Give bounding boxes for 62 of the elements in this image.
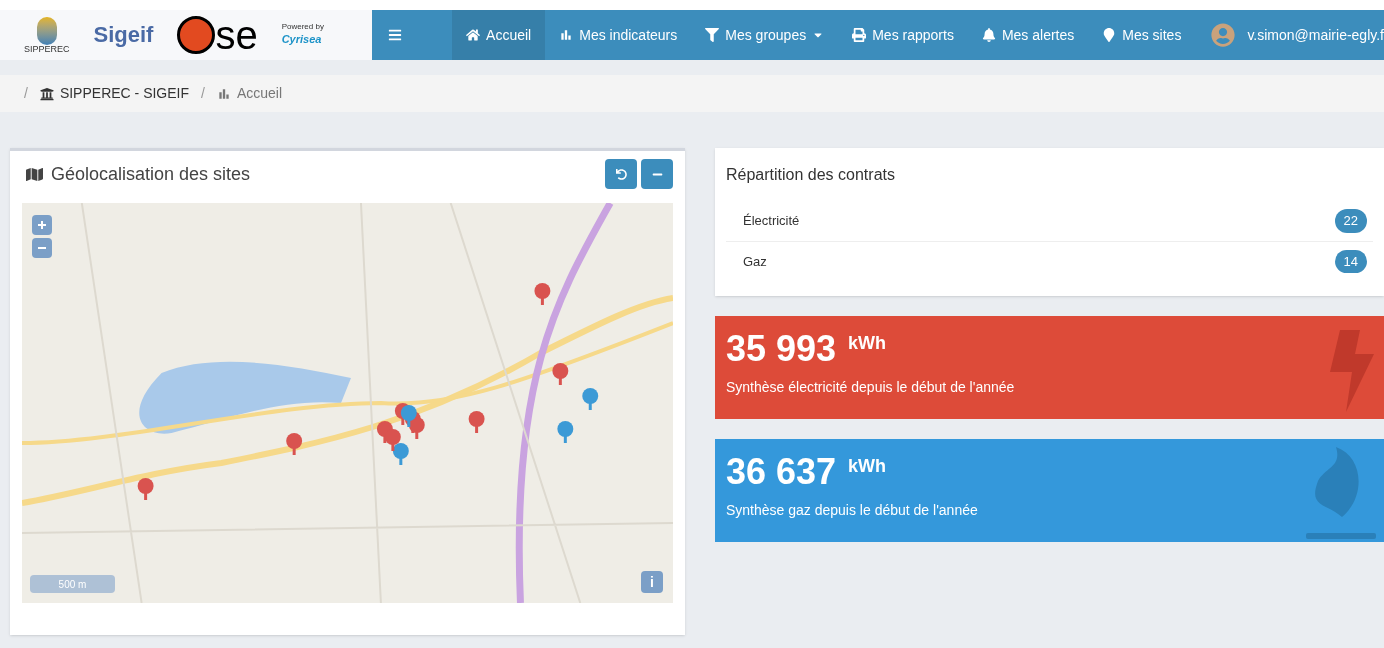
- map-marker[interactable]: [392, 443, 409, 465]
- user-menu[interactable]: v.simon@mairie-egly.f: [1195, 10, 1384, 60]
- lightning-icon: [1330, 330, 1376, 412]
- bell-icon: [981, 28, 996, 42]
- contract-label: Électricité: [743, 212, 800, 231]
- map-icon: [26, 165, 43, 183]
- breadcrumb-separator: /: [23, 84, 29, 103]
- map-marker[interactable]: [286, 433, 303, 455]
- nav-tab[interactable]: Mes rapports: [838, 10, 968, 60]
- count-badge: 22: [1334, 209, 1367, 233]
- stat-unit: kWh: [848, 332, 887, 355]
- contract-label: Gaz: [743, 252, 767, 271]
- undo-icon: [615, 168, 627, 180]
- zoom-in-button[interactable]: [32, 215, 52, 235]
- filter-icon: [705, 28, 720, 42]
- map-marker[interactable]: [384, 429, 401, 451]
- logo-text: Sigeif: [93, 24, 154, 46]
- stat-value: 36 637: [726, 450, 837, 494]
- map-pin-icon: [1102, 28, 1117, 42]
- map-marker[interactable]: [400, 405, 417, 427]
- info-button[interactable]: i: [641, 571, 663, 593]
- breadcrumb-link[interactable]: Accueil: [216, 83, 283, 104]
- nav-tab[interactable]: Mes groupes: [691, 10, 839, 60]
- breadcrumb-link[interactable]: SIPPEREC - SIGEIF: [39, 83, 190, 104]
- plus-icon: [37, 220, 47, 230]
- home-icon: [466, 28, 481, 42]
- menu-icon: [388, 28, 402, 42]
- zoom-out-button[interactable]: [32, 238, 52, 258]
- logo-text: Cyrisea: [281, 31, 323, 47]
- flame-icon: [1304, 447, 1376, 539]
- stat-caption: Synthèse gaz depuis le début de l'année: [726, 501, 979, 520]
- sipperec-logo-icon: [36, 16, 57, 45]
- map-marker[interactable]: [552, 363, 569, 385]
- stat-value: 35 993: [726, 327, 837, 371]
- stat-unit: kWh: [848, 455, 887, 478]
- collapse-button[interactable]: [641, 159, 673, 189]
- panel-title: Répartition des contrats: [726, 165, 896, 185]
- logo-caption: Powered by: [281, 22, 324, 31]
- map-marker[interactable]: [557, 421, 574, 443]
- map-marker[interactable]: [468, 411, 485, 433]
- logo-text: se: [215, 15, 258, 55]
- avatar-icon: [1211, 23, 1236, 47]
- bar-chart-icon: [216, 86, 231, 101]
- count-badge: 14: [1334, 249, 1367, 274]
- map-marker[interactable]: [534, 283, 551, 305]
- contract-row[interactable]: Électricité 22: [726, 201, 1373, 241]
- bar-chart-icon: [559, 28, 574, 42]
- map-marker[interactable]: [582, 388, 599, 410]
- stat-caption: Synthèse électricité depuis le début de l'année: [726, 378, 1016, 397]
- printer-icon: [852, 28, 867, 42]
- bank-icon: [39, 86, 54, 101]
- refresh-button[interactable]: [605, 159, 637, 189]
- breadcrumb-separator: /: [200, 84, 206, 103]
- scale-bar: 500 m: [30, 575, 115, 593]
- panel-title: Géolocalisation des sites: [51, 162, 251, 186]
- contract-row[interactable]: Gaz 14: [726, 241, 1373, 281]
- nav-tab[interactable]: Accueil: [452, 10, 546, 60]
- nav-tab[interactable]: Mes alertes: [967, 10, 1089, 60]
- map-marker[interactable]: [137, 478, 154, 500]
- nav-tab[interactable]: Mes sites: [1088, 10, 1196, 60]
- nav-tab[interactable]: Mes indicateurs: [545, 10, 692, 60]
- logo-text: SIPPEREC: [24, 44, 70, 54]
